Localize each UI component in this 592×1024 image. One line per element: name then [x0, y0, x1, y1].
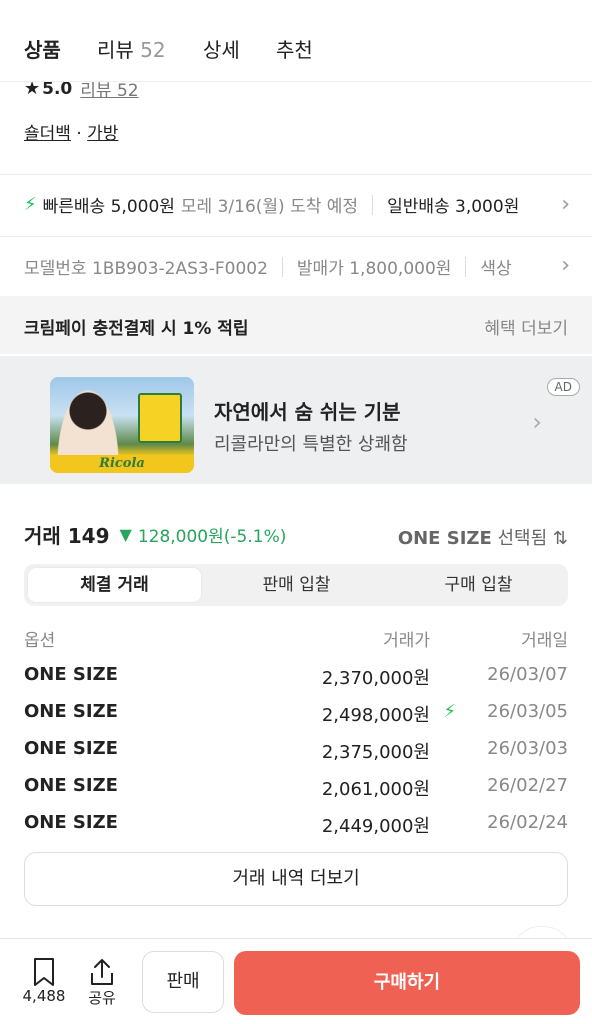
- ad-product-pack: [138, 393, 182, 443]
- model-number: 모델번호 1BB903-2AS3-F0002: [24, 259, 268, 279]
- divider: [0, 174, 592, 175]
- release-price: 발매가 1,800,000원: [296, 259, 452, 279]
- chevron-right-icon[interactable]: ›: [561, 192, 570, 217]
- product-info-row[interactable]: 모델번호 1BB903-2AS3-F0002 발매가 1,800,000원 색상: [24, 254, 544, 279]
- share-icon: [91, 959, 113, 985]
- share-label: 공유: [88, 989, 116, 1007]
- row-price: 2,370,000원: [321, 668, 430, 689]
- tab-review-count: 52: [140, 38, 166, 62]
- bottom-action-bar: 4,488 공유 판매 구매하기: [0, 938, 592, 1024]
- breadcrumb-bag[interactable]: 가방: [87, 124, 118, 144]
- segment-executed-trades[interactable]: 체결 거래: [28, 568, 201, 602]
- triangle-down-icon: ▼: [119, 525, 132, 544]
- ad-title: 자연에서 숨 쉬는 기분: [214, 400, 401, 424]
- table-row: ONE SIZE 2,370,000원 26/03/07: [24, 664, 568, 690]
- row-price: 2,498,000원: [321, 705, 430, 726]
- normal-shipping-label: 일반배송 3,000원: [387, 197, 520, 217]
- ad-subtitle: 리콜라만의 특별한 상쾌함: [214, 434, 408, 455]
- row-option: ONE SIZE: [24, 664, 118, 685]
- point-benefit-text: 크림페이 충전결제 시 1% 적립: [24, 319, 249, 339]
- sort-arrows-icon: ⇅: [552, 528, 568, 549]
- ad-badge: AD: [546, 378, 580, 396]
- table-row: ONE SIZE 2,449,000원 26/02/24: [24, 812, 568, 838]
- table-row: ONE SIZE 2,375,000원 26/03/03: [24, 738, 568, 764]
- trade-summary: 거래 149 ▼ 128,000원(-5.1%): [24, 520, 286, 549]
- bookmark-button[interactable]: 4,488: [20, 957, 68, 1005]
- row-date: 26/03/07: [487, 664, 568, 685]
- segment-buy-bids[interactable]: 구매 입찰: [392, 568, 565, 602]
- breadcrumb: 숄더백 · 가방: [24, 119, 118, 144]
- trade-history-more-button[interactable]: 거래 내역 더보기: [24, 852, 568, 906]
- ad-image: Ricola: [50, 377, 194, 473]
- size-selector[interactable]: ONE SIZE 선택됨 ⇅: [398, 524, 568, 550]
- buy-button[interactable]: 구매하기: [234, 951, 580, 1015]
- sell-button[interactable]: 판매: [142, 951, 224, 1013]
- vertical-divider: [465, 256, 467, 277]
- row-option: ONE SIZE: [24, 738, 118, 759]
- breadcrumb-separator: ·: [76, 124, 82, 144]
- top-tab-bar: 상품 리뷰 52 상세 추천: [0, 0, 592, 82]
- tab-recommend[interactable]: 추천: [276, 34, 313, 63]
- segment-sell-bids[interactable]: 판매 입찰: [210, 568, 383, 602]
- table-row: ONE SIZE 2,498,000원 ⚡ 26/03/05: [24, 701, 568, 727]
- row-option: ONE SIZE: [24, 775, 118, 796]
- ad-brand-logo: Ricola: [50, 455, 194, 473]
- price-change: 128,000원(-5.1%): [137, 527, 287, 547]
- row-price: 2,449,000원: [321, 816, 430, 837]
- point-benefit-banner[interactable]: 크림페이 충전결제 시 1% 적립 혜택 더보기: [0, 296, 592, 354]
- lightning-icon: ⚡: [24, 194, 37, 215]
- ad-banner[interactable]: Ricola 자연에서 숨 쉬는 기분 리콜라만의 특별한 상쾌함 AD ›: [0, 356, 592, 484]
- header-option: 옵션: [24, 631, 56, 651]
- fast-shipping-date: 모레 3/16(월) 도착 예정: [180, 197, 359, 217]
- tab-product-label: 상품: [24, 38, 61, 62]
- lightning-icon: ⚡: [443, 701, 456, 722]
- chevron-right-icon: ›: [532, 408, 542, 436]
- size-selected-label: 선택됨: [497, 528, 548, 549]
- bookmark-count: 4,488: [22, 987, 66, 1005]
- selected-size: ONE SIZE: [397, 528, 492, 549]
- trade-table-header: 옵션 거래가 거래일: [24, 626, 568, 651]
- fast-shipping-label: 빠른배송 5,000원: [42, 197, 175, 217]
- tab-detail-label: 상세: [203, 38, 240, 62]
- chevron-right-icon[interactable]: ›: [561, 253, 570, 278]
- divider: [0, 236, 592, 237]
- header-date: 거래일: [521, 631, 568, 651]
- row-date: 26/02/24: [487, 812, 568, 833]
- row-option: ONE SIZE: [24, 701, 118, 722]
- row-date: 26/03/03: [487, 738, 568, 759]
- row-option: ONE SIZE: [24, 812, 118, 833]
- color-label: 색상: [480, 259, 512, 279]
- share-button[interactable]: 공유: [82, 957, 122, 1008]
- tab-review-label: 리뷰: [97, 38, 134, 62]
- tab-recommend-label: 추천: [276, 38, 313, 62]
- tab-review[interactable]: 리뷰 52: [97, 34, 166, 63]
- row-date: 26/03/05: [487, 701, 568, 722]
- bookmark-icon: [34, 958, 54, 986]
- tab-product[interactable]: 상품: [24, 34, 61, 63]
- breadcrumb-shoulder-bag[interactable]: 숄더백: [24, 124, 71, 144]
- row-price: 2,375,000원: [321, 742, 430, 763]
- trade-count: 거래 149: [24, 524, 110, 548]
- row-price: 2,061,000원: [321, 779, 430, 800]
- table-row: ONE SIZE 2,061,000원 26/02/27: [24, 775, 568, 801]
- tab-detail[interactable]: 상세: [203, 34, 240, 63]
- vertical-divider: [281, 256, 283, 277]
- vertical-divider: [372, 194, 374, 215]
- header-price: 거래가: [383, 631, 430, 651]
- row-date: 26/02/27: [487, 775, 568, 796]
- benefit-more-link[interactable]: 혜택 더보기: [484, 314, 568, 339]
- trade-segment-control: 체결 거래 판매 입찰 구매 입찰: [24, 564, 568, 606]
- shipping-row[interactable]: ⚡ 빠른배송 5,000원 모레 3/16(월) 도착 예정 일반배송 3,00…: [24, 192, 519, 217]
